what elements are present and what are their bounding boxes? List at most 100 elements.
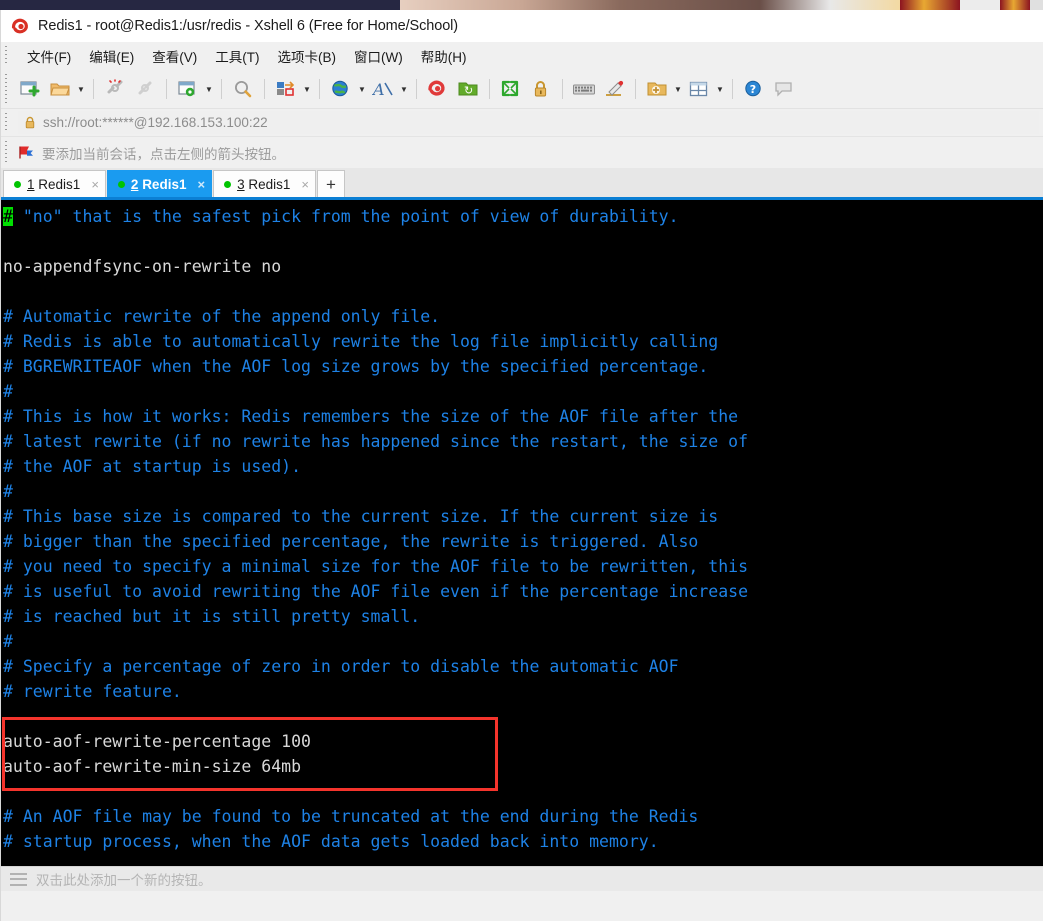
terminal-line: no-appendfsync-on-rewrite no (3, 257, 282, 276)
tab-label: Redis1 (142, 176, 187, 192)
address-input[interactable]: ssh://root:******@192.168.153.100:22 (18, 111, 1039, 134)
menu-tools[interactable]: 工具(T) (206, 43, 268, 69)
svg-text:A: A (372, 80, 385, 99)
tab-number: 2 (130, 176, 139, 192)
compose-bar-icon[interactable] (599, 74, 629, 104)
menu-tab[interactable]: 选项卡(B) (269, 43, 346, 69)
tab-status-dot-icon (117, 180, 125, 188)
tab-redis1-1[interactable]: 1 Redis1 × (3, 170, 106, 197)
open-folder-dropdown-icon[interactable]: ▼ (75, 74, 87, 104)
tab-redis1-2[interactable]: 2 Redis1 × (106, 170, 213, 197)
address-bar: ssh://root:******@192.168.153.100:22 (1, 109, 1043, 137)
toolbar-grip[interactable] (4, 74, 8, 104)
web-browser-dropdown-icon[interactable]: ▼ (356, 74, 368, 104)
menu-edit[interactable]: 编辑(E) (80, 43, 143, 69)
toolbar-separator (489, 79, 490, 99)
svg-text:↻: ↻ (464, 84, 473, 97)
addressbar-grip[interactable] (4, 113, 8, 132)
add-to-folder-dropdown-icon[interactable]: ▼ (672, 74, 684, 104)
notifybar-grip[interactable] (4, 141, 8, 164)
terminal-line: # you need to specify a minimal size for… (3, 557, 749, 576)
hamburger-icon[interactable] (10, 872, 27, 886)
fullscreen-icon[interactable] (496, 74, 526, 104)
find-icon[interactable] (228, 74, 258, 104)
tab-bar: 1 Redis1 × 2 Redis1 × 3 Redis1 × + (1, 168, 1043, 200)
new-session-icon[interactable] (15, 74, 45, 104)
transfer-file-icon[interactable] (271, 74, 301, 104)
menu-window[interactable]: 窗口(W) (345, 43, 412, 69)
terminal-line: # Specify a percentage of zero in order … (3, 657, 679, 676)
tab-close-icon[interactable]: × (197, 178, 205, 191)
session-properties-dropdown-icon[interactable]: ▼ (203, 74, 215, 104)
tab-number: 3 (237, 176, 245, 192)
notify-bar: 要添加当前会话，点击左侧的箭头按钮。 (1, 137, 1043, 168)
tab-redis1-3[interactable]: 3 Redis1 × (213, 170, 316, 197)
toolbar-separator (264, 79, 265, 99)
add-to-folder-icon[interactable] (642, 74, 672, 104)
layout-dropdown-icon[interactable]: ▼ (714, 74, 726, 104)
notify-message: 要添加当前会话，点击左侧的箭头按钮。 (42, 146, 285, 162)
green-folder-icon[interactable]: ↻ (453, 74, 483, 104)
menu-view[interactable]: 查看(V) (143, 43, 206, 69)
red-flag-icon (18, 145, 35, 160)
terminal-line: # bigger than the specified percentage, … (3, 532, 699, 551)
menubar-grip[interactable] (4, 46, 8, 66)
terminal-cursor: # (3, 207, 13, 226)
terminal-line: # "no" that is the safest pick from the … (3, 207, 679, 226)
terminal-line: # (3, 632, 13, 651)
font-icon[interactable]: A (368, 74, 398, 104)
web-browser-icon[interactable] (326, 74, 356, 104)
window-title: Redis1 - root@Redis1:/usr/redis - Xshell… (38, 18, 459, 34)
font-dropdown-icon[interactable]: ▼ (398, 74, 410, 104)
transfer-file-dropdown-icon[interactable]: ▼ (301, 74, 313, 104)
terminal-line: # startup process, when the AOF data get… (3, 832, 659, 851)
toolbar-separator (221, 79, 222, 99)
terminal-line: # An AOF file may be found to be truncat… (3, 807, 699, 826)
tool-bar: ▼ ▼ ▼ ▼ A ▼ ↻ ▼ ▼ ? (1, 70, 1043, 109)
open-folder-icon[interactable] (45, 74, 75, 104)
tab-close-icon[interactable]: × (301, 178, 309, 191)
terminal-line: # is reached but it is still pretty smal… (3, 607, 421, 626)
tab-label: Redis1 (248, 176, 291, 192)
lock-icon[interactable] (526, 74, 556, 104)
nautilus-icon[interactable] (423, 74, 453, 104)
new-tab-button[interactable]: + (316, 170, 345, 197)
disconnect-icon[interactable] (100, 74, 130, 104)
terminal-text-area: # "no" that is the safest pick from the … (3, 204, 1043, 854)
terminal-line: # This is how it works: Redis remembers … (3, 407, 739, 426)
tab-label: Redis1 (38, 176, 81, 192)
terminal-line: # Automatic rewrite of the append only f… (3, 307, 441, 326)
layout-icon[interactable] (684, 74, 714, 104)
menu-help[interactable]: 帮助(H) (412, 43, 476, 69)
tab-status-dot-icon (14, 180, 21, 188)
menu-file[interactable]: 文件(F) (18, 43, 80, 69)
toolbar-separator (562, 79, 563, 99)
tab-number: 1 (27, 176, 35, 192)
menu-bar: 文件(F) 编辑(E) 查看(V) 工具(T) 选项卡(B) 窗口(W) 帮助(… (1, 42, 1043, 70)
toolbar-separator (93, 79, 94, 99)
terminal-line: # This base size is compared to the curr… (3, 507, 719, 526)
status-message: 双击此处添加一个新的按钮。 (36, 873, 212, 888)
chat-icon[interactable] (769, 74, 799, 104)
terminal-line: # is useful to avoid rewriting the AOF f… (3, 582, 749, 601)
terminal-line: # rewrite feature. (3, 682, 182, 701)
svg-text:?: ? (750, 83, 756, 96)
help-icon[interactable]: ? (739, 74, 769, 104)
session-properties-icon[interactable] (173, 74, 203, 104)
toolbar-separator (319, 79, 320, 99)
terminal-line: auto-aof-rewrite-min-size 64mb (3, 757, 302, 776)
toolbar-separator (416, 79, 417, 99)
terminal-output[interactable]: # "no" that is the safest pick from the … (1, 200, 1043, 866)
terminal-line: # latest rewrite (if no rewrite has happ… (3, 432, 749, 451)
xshell-logo-icon (11, 17, 30, 36)
toolbar-separator (732, 79, 733, 99)
status-bar[interactable]: 双击此处添加一个新的按钮。 (1, 866, 1043, 891)
title-bar: Redis1 - root@Redis1:/usr/redis - Xshell… (1, 10, 1043, 42)
reconnect-icon[interactable] (130, 74, 160, 104)
tab-close-icon[interactable]: × (91, 178, 99, 191)
keyboard-icon[interactable] (569, 74, 599, 104)
terminal-line: # the AOF at startup is used). (3, 457, 302, 476)
